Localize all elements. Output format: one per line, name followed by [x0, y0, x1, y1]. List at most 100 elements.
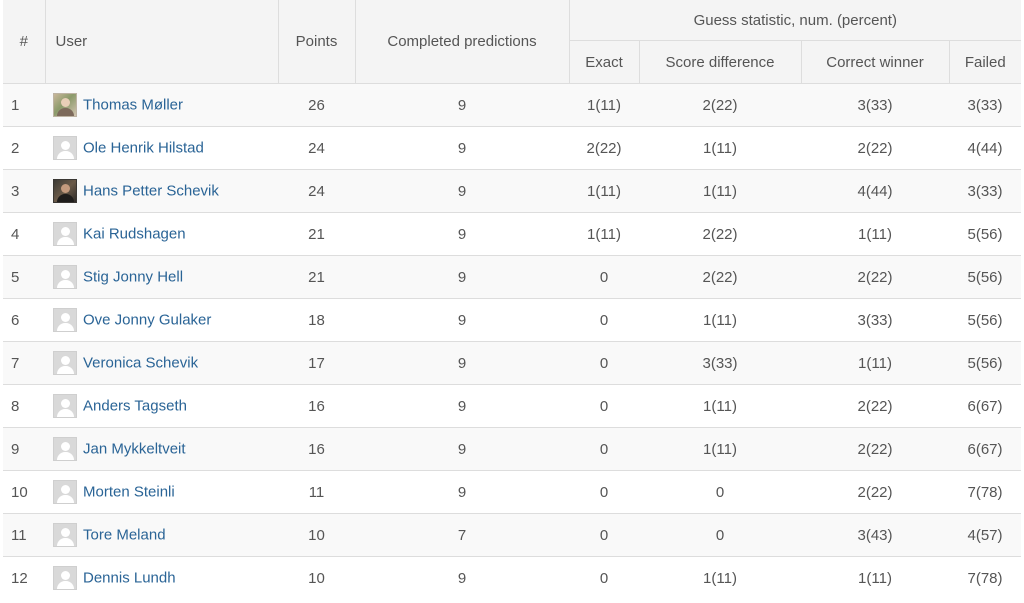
user-cell: Tore Meland [45, 513, 278, 557]
header-score-difference[interactable]: Score difference [638, 40, 802, 84]
avatar-body-shape [57, 581, 74, 589]
avatar-body-shape [57, 495, 74, 503]
user-link[interactable]: Tore Meland [83, 527, 166, 544]
correct-winner-cell: 2(22) [801, 470, 949, 514]
user-link[interactable]: Ole Henrik Hilstad [83, 140, 204, 157]
completed-predictions-cell: 9 [355, 169, 569, 213]
user-cell: Morten Steinli [45, 470, 278, 514]
exact-cell: 0 [569, 255, 639, 299]
user-link[interactable]: Stig Jonny Hell [83, 269, 183, 286]
header-completed-predictions[interactable]: Completed predictions [354, 0, 570, 84]
user-cell: Dennis Lundh [45, 556, 278, 599]
points-cell: 16 [278, 427, 355, 471]
avatar-body-shape [57, 237, 74, 245]
score-difference-cell: 0 [639, 470, 801, 514]
table-row: 5 Stig Jonny Hell 21 9 0 2(22) 2(22) 5(56) [3, 255, 1022, 299]
score-difference-cell: 1(11) [639, 556, 801, 599]
avatar[interactable] [53, 566, 77, 590]
user-link[interactable]: Thomas Møller [83, 97, 183, 114]
avatar[interactable] [53, 265, 77, 289]
correct-winner-cell: 1(11) [801, 341, 949, 385]
failed-cell: 7(78) [949, 470, 1022, 514]
correct-winner-cell: 2(22) [801, 427, 949, 471]
user-link[interactable]: Ove Jonny Gulaker [83, 312, 211, 329]
table-row: 1 Thomas Møller 26 9 1(11) 2(22) 3(33) 3(33) [3, 83, 1022, 127]
header-rank[interactable]: # [3, 0, 46, 84]
avatar-head-shape [61, 227, 70, 236]
failed-cell: 3(33) [949, 83, 1022, 127]
failed-cell: 6(67) [949, 384, 1022, 428]
table-row: 10 Morten Steinli 11 9 0 0 2(22) 7(78) [3, 470, 1022, 514]
avatar[interactable] [53, 308, 77, 332]
completed-predictions-cell: 9 [355, 556, 569, 599]
exact-cell: 1(11) [569, 83, 639, 127]
avatar-head-shape [61, 313, 70, 322]
exact-cell: 0 [569, 427, 639, 471]
header-correct-winner[interactable]: Correct winner [800, 40, 950, 84]
failed-cell: 5(56) [949, 255, 1022, 299]
avatar[interactable] [53, 93, 77, 117]
failed-cell: 5(56) [949, 341, 1022, 385]
score-difference-cell: 1(11) [639, 298, 801, 342]
header-user[interactable]: User [44, 0, 279, 84]
avatar-head-shape [61, 571, 70, 580]
points-cell: 11 [278, 470, 355, 514]
avatar[interactable] [53, 179, 77, 203]
score-difference-cell: 0 [639, 513, 801, 557]
avatar[interactable] [53, 480, 77, 504]
user-link[interactable]: Hans Petter Schevik [83, 183, 219, 200]
standings-table: # User Points Completed predictions Gues… [3, 0, 1022, 599]
failed-cell: 5(56) [949, 212, 1022, 256]
rank-cell: 9 [3, 427, 45, 471]
points-cell: 10 [278, 513, 355, 557]
header-failed[interactable]: Failed [948, 40, 1022, 84]
avatar-head-shape [61, 184, 70, 193]
score-difference-cell: 1(11) [639, 384, 801, 428]
avatar[interactable] [53, 136, 77, 160]
failed-cell: 4(44) [949, 126, 1022, 170]
user-link[interactable]: Jan Mykkeltveit [83, 441, 186, 458]
header-points[interactable]: Points [277, 0, 356, 84]
avatar-head-shape [61, 528, 70, 537]
completed-predictions-cell: 9 [355, 384, 569, 428]
avatar[interactable] [53, 523, 77, 547]
avatar-head-shape [61, 485, 70, 494]
avatar[interactable] [53, 351, 77, 375]
table-row: 6 Ove Jonny Gulaker 18 9 0 1(11) 3(33) 5(56) [3, 298, 1022, 342]
completed-predictions-cell: 9 [355, 255, 569, 299]
completed-predictions-cell: 9 [355, 126, 569, 170]
correct-winner-cell: 2(22) [801, 255, 949, 299]
table-row: 4 Kai Rudshagen 21 9 1(11) 2(22) 1(11) 5(56) [3, 212, 1022, 256]
table-row: 7 Veronica Schevik 17 9 0 3(33) 1(11) 5(56) [3, 341, 1022, 385]
correct-winner-cell: 1(11) [801, 212, 949, 256]
correct-winner-cell: 3(33) [801, 83, 949, 127]
user-link[interactable]: Veronica Schevik [83, 355, 198, 372]
points-cell: 24 [278, 169, 355, 213]
avatar[interactable] [53, 394, 77, 418]
avatar[interactable] [53, 222, 77, 246]
exact-cell: 0 [569, 470, 639, 514]
points-cell: 16 [278, 384, 355, 428]
avatar-head-shape [61, 270, 70, 279]
user-cell: Thomas Møller [45, 83, 278, 127]
completed-predictions-cell: 9 [355, 298, 569, 342]
user-link[interactable]: Morten Steinli [83, 484, 175, 501]
score-difference-cell: 1(11) [639, 126, 801, 170]
header-exact[interactable]: Exact [568, 40, 640, 84]
score-difference-cell: 2(22) [639, 83, 801, 127]
avatar-body-shape [57, 108, 74, 116]
completed-predictions-cell: 9 [355, 341, 569, 385]
user-link[interactable]: Dennis Lundh [83, 570, 176, 587]
completed-predictions-cell: 7 [355, 513, 569, 557]
avatar[interactable] [53, 437, 77, 461]
points-cell: 21 [278, 255, 355, 299]
user-cell: Jan Mykkeltveit [45, 427, 278, 471]
correct-winner-cell: 3(43) [801, 513, 949, 557]
exact-cell: 1(11) [569, 169, 639, 213]
points-cell: 18 [278, 298, 355, 342]
user-link[interactable]: Anders Tagseth [83, 398, 187, 415]
table-row: 3 Hans Petter Schevik 24 9 1(11) 1(11) 4(44) 3(… [3, 169, 1022, 213]
avatar-body-shape [57, 409, 74, 417]
user-cell: Veronica Schevik [45, 341, 278, 385]
user-link[interactable]: Kai Rudshagen [83, 226, 186, 243]
